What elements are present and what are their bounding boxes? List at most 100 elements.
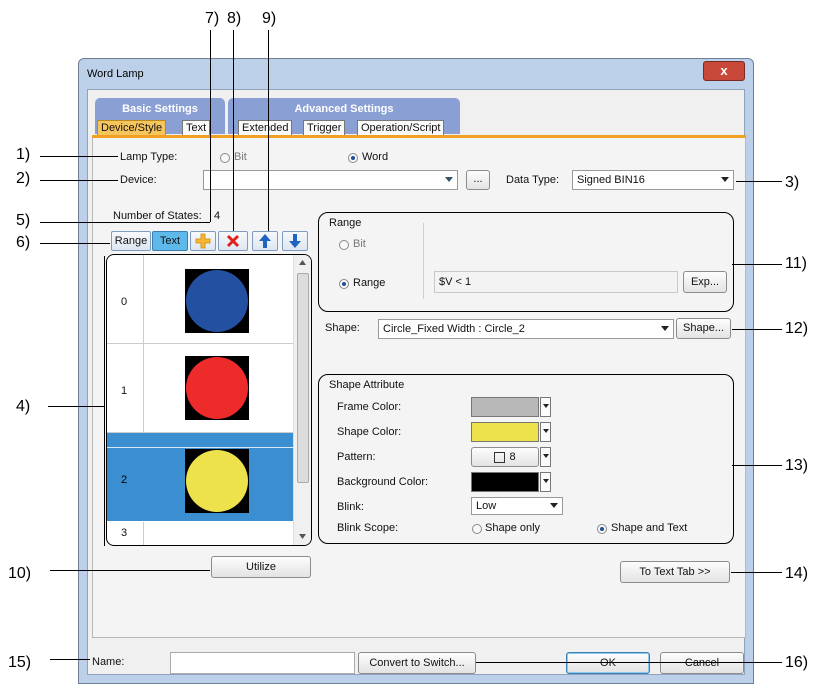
lamp-type-word-radio[interactable] [348, 153, 358, 163]
close-button[interactable]: x [703, 61, 745, 81]
blink-scope-shape-only-radio[interactable] [472, 524, 482, 534]
shape-value: Circle_Fixed Width : Circle_2 [383, 323, 525, 335]
background-color-swatch[interactable] [471, 472, 539, 492]
state-0-preview [185, 269, 249, 333]
row-divider [143, 522, 144, 545]
arrow-up-icon [259, 234, 271, 248]
callout-8: 8) [227, 10, 242, 27]
circle-shape-icon [186, 357, 248, 419]
shape-color-dropdown[interactable] [540, 422, 551, 442]
scrollbar-thumb[interactable] [297, 273, 309, 483]
callout-15: 15) [8, 654, 32, 671]
frame-color-dropdown[interactable] [540, 397, 551, 417]
state-2-preview [185, 449, 249, 513]
utilize-button[interactable]: Utilize [211, 556, 311, 578]
state-row-1[interactable]: 1 [107, 344, 293, 433]
arrow-down-icon [289, 234, 301, 248]
row-divider [143, 255, 144, 343]
move-up-button[interactable] [252, 231, 278, 251]
state-row-2[interactable]: 2 [107, 433, 293, 521]
state-row-0[interactable]: 0 [107, 255, 293, 344]
leader-line-1 [40, 156, 118, 157]
leader-line-8 [233, 30, 234, 231]
device-input[interactable] [203, 170, 458, 190]
callout-3: 3) [785, 174, 800, 191]
range-divider [423, 223, 424, 299]
leader-line-6 [40, 243, 110, 244]
shape-color-label: Shape Color: [337, 426, 402, 438]
callout-9: 9) [262, 10, 277, 27]
plus-icon [195, 233, 211, 249]
state-list-scrollbar[interactable] [293, 255, 311, 545]
advanced-settings-label: Advanced Settings [294, 103, 394, 115]
tab-extended[interactable]: Extended [238, 120, 293, 135]
delete-state-button[interactable] [218, 231, 248, 251]
blink-value: Low [476, 500, 497, 512]
shape-select[interactable]: Circle_Fixed Width : Circle_2 [378, 319, 674, 339]
shape-label: Shape: [325, 322, 360, 334]
tab-trigger[interactable]: Trigger [303, 120, 346, 135]
state-1-preview [185, 356, 249, 420]
background-color-dropdown[interactable] [540, 472, 551, 492]
state-row-3[interactable]: 3 [107, 522, 293, 545]
range-range-label: Range [353, 277, 386, 289]
chevron-down-icon [661, 326, 669, 331]
leader-line-9 [268, 30, 269, 231]
window-title: Word Lamp [87, 68, 144, 80]
range-range-radio[interactable] [339, 279, 349, 289]
range-button[interactable]: Range [111, 231, 151, 251]
exp-button[interactable]: Exp... [683, 271, 727, 293]
chevron-down-icon [721, 177, 729, 182]
range-bit-radio[interactable] [339, 240, 349, 250]
blink-select[interactable]: Low [471, 497, 563, 515]
device-browse-button[interactable]: ... [466, 170, 490, 190]
state-index: 0 [121, 296, 128, 308]
callout-4: 4) [16, 398, 31, 415]
pattern-select[interactable]: 8 [471, 447, 539, 467]
data-type-label: Data Type: [506, 174, 559, 186]
ok-button[interactable]: OK [566, 652, 650, 674]
title-bar: Word Lamp x [79, 59, 753, 89]
data-type-select[interactable]: Signed BIN16 [572, 170, 734, 190]
lamp-type-bit-label: Bit [234, 151, 247, 163]
leader-line-15 [50, 659, 90, 660]
row-divider [143, 344, 144, 432]
callout-16: 16) [785, 654, 809, 671]
lamp-type-word-label: Word [362, 151, 389, 163]
leader-line-13 [732, 465, 782, 466]
name-label: Name: [92, 656, 125, 668]
tab-text[interactable]: Text [182, 120, 211, 135]
callout-7: 7) [205, 10, 220, 27]
add-state-button[interactable] [190, 231, 216, 251]
shape-color-swatch[interactable] [471, 422, 539, 442]
move-down-button[interactable] [282, 231, 308, 251]
blink-scope-label: Blink Scope: [337, 522, 399, 534]
convert-to-switch-button[interactable]: Convert to Switch... [358, 652, 476, 674]
data-type-value: Signed BIN16 [577, 174, 645, 186]
state-list[interactable]: 0 1 2 3 [106, 254, 312, 546]
shape-attribute-group-label: Shape Attribute [329, 379, 405, 391]
state-index: 2 [121, 474, 128, 486]
scroll-up-icon [299, 260, 306, 265]
frame-color-swatch[interactable] [471, 397, 539, 417]
pattern-dropdown[interactable] [540, 447, 551, 467]
circle-shape-icon [186, 450, 248, 512]
leader-line-2 [40, 180, 118, 181]
number-of-states-label: Number of States: [113, 210, 202, 222]
leader-line-11 [732, 264, 782, 265]
shape-attribute-group: Shape Attribute Frame Color: Shape Color… [318, 374, 734, 544]
blink-scope-shape-and-text-radio[interactable] [597, 524, 607, 534]
device-label: Device: [120, 174, 157, 186]
callout-5: 5) [16, 212, 31, 229]
text-button[interactable]: Text [152, 231, 188, 251]
shape-button[interactable]: Shape... [676, 318, 731, 339]
tab-operation-script[interactable]: Operation/Script [357, 120, 445, 135]
chevron-down-icon [445, 177, 453, 182]
to-text-tab-button[interactable]: To Text Tab >> [620, 561, 730, 583]
lamp-type-bit-radio[interactable] [220, 153, 230, 163]
leader-line-16 [476, 662, 782, 663]
range-expression-field[interactable]: $V < 1 [434, 271, 678, 293]
tab-device-style[interactable]: Device/Style [97, 120, 167, 135]
name-input[interactable] [170, 652, 355, 674]
cancel-button[interactable]: Cancel [660, 652, 744, 674]
